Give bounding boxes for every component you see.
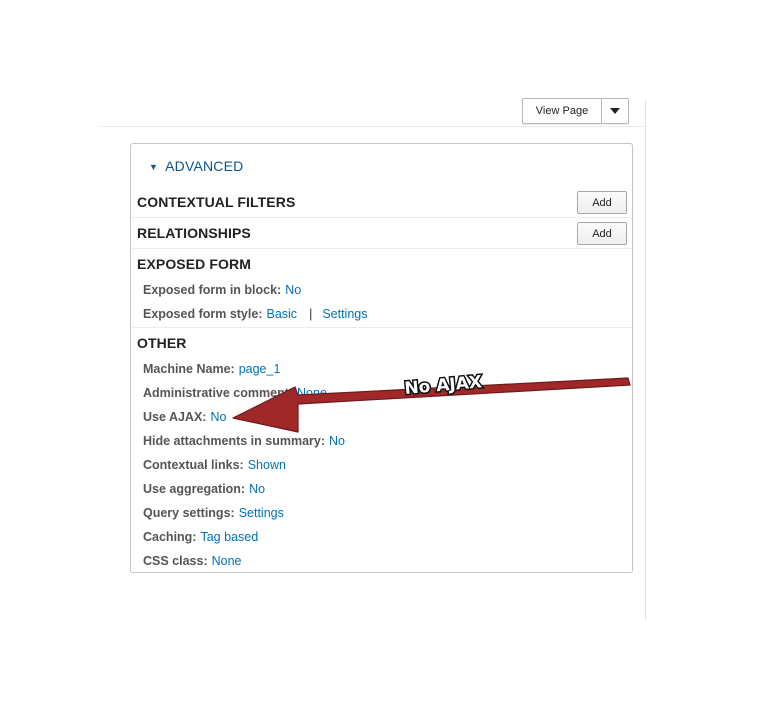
annotation-label: No AJAX [404, 372, 483, 399]
annotation-overlay: No AJAX [232, 371, 631, 433]
